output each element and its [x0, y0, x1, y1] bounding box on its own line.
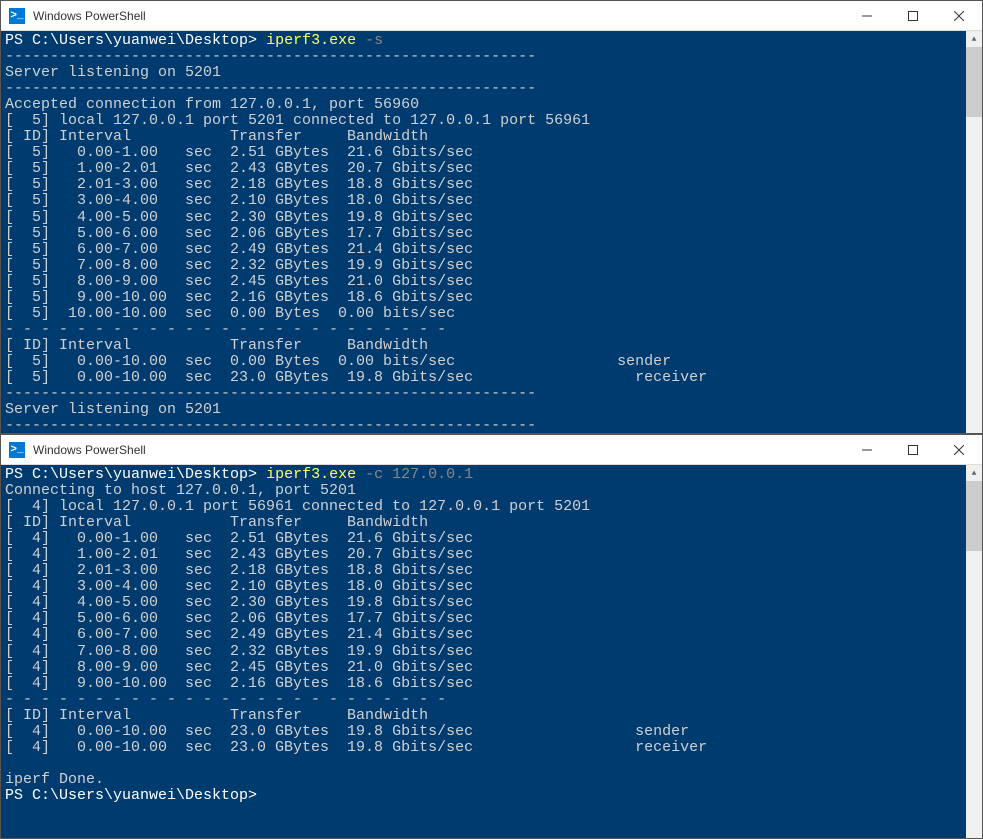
summary-row: [ 5] 0.00-10.00 sec 23.0 GBytes 19.8 Gbi… [5, 370, 978, 386]
connecting-line: Connecting to host 127.0.0.1, port 5201 [5, 483, 978, 499]
close-button[interactable] [936, 1, 982, 30]
table-row: [ 5] 3.00-4.00 sec 2.10 GBytes 18.0 Gbit… [5, 193, 978, 209]
local-line: [ 4] local 127.0.0.1 port 56961 connecte… [5, 499, 978, 515]
table-row: [ 4] 0.00-1.00 sec 2.51 GBytes 21.6 Gbit… [5, 531, 978, 547]
table-row: [ 4] 6.00-7.00 sec 2.49 GBytes 21.4 Gbit… [5, 627, 978, 643]
close-button[interactable] [936, 435, 982, 464]
table-row: [ 5] 2.01-3.00 sec 2.18 GBytes 18.8 Gbit… [5, 177, 978, 193]
titlebar[interactable]: >_ Windows PowerShell [1, 1, 982, 31]
summary-header: [ ID] Interval Transfer Bandwidth [5, 338, 978, 354]
command-args: -c 127.0.0.1 [365, 466, 473, 483]
minimize-button[interactable] [844, 1, 890, 30]
divider-line: ----------------------------------------… [5, 418, 978, 433]
local-line: [ 5] local 127.0.0.1 port 5201 connected… [5, 113, 978, 129]
divider-line: ----------------------------------------… [5, 49, 978, 65]
scroll-up-arrow[interactable]: ▲ [966, 465, 982, 481]
table-row: [ 4] 3.00-4.00 sec 2.10 GBytes 18.0 Gbit… [5, 579, 978, 595]
terminal-output[interactable]: PS C:\Users\yuanwei\Desktop> iperf3.exe … [1, 31, 982, 433]
done-line: iperf Done. [5, 772, 978, 788]
divider-line: ----------------------------------------… [5, 386, 978, 402]
table-row: [ 5] 4.00-5.00 sec 2.30 GBytes 19.8 Gbit… [5, 210, 978, 226]
scrollbar[interactable]: ▲ [966, 465, 982, 838]
table-row: [ 4] 1.00-2.01 sec 2.43 GBytes 20.7 Gbit… [5, 547, 978, 563]
window-controls [844, 435, 982, 464]
summary-row: [ 4] 0.00-10.00 sec 23.0 GBytes 19.8 Gbi… [5, 724, 978, 740]
window-title: Windows PowerShell [33, 443, 844, 457]
command: iperf3.exe [266, 32, 356, 49]
maximize-button[interactable] [890, 435, 936, 464]
table-row: [ 5] 8.00-9.00 sec 2.45 GBytes 21.0 Gbit… [5, 274, 978, 290]
prompt: PS C:\Users\yuanwei\Desktop> [5, 466, 257, 483]
prompt: PS C:\Users\yuanwei\Desktop> [5, 32, 257, 49]
prompt: PS C:\Users\yuanwei\Desktop> [5, 787, 257, 804]
divider-line: ----------------------------------------… [5, 81, 978, 97]
table-header: [ ID] Interval Transfer Bandwidth [5, 129, 978, 145]
powershell-window-client: >_ Windows PowerShell PS C:\Users\yuanwe… [0, 434, 983, 839]
table-row: [ 4] 4.00-5.00 sec 2.30 GBytes 19.8 Gbit… [5, 595, 978, 611]
powershell-icon: >_ [9, 8, 25, 24]
command-args: -s [365, 32, 383, 49]
maximize-button[interactable] [890, 1, 936, 30]
table-row: [ 4] 7.00-8.00 sec 2.32 GBytes 19.9 Gbit… [5, 644, 978, 660]
window-controls [844, 1, 982, 30]
accepted-line: Accepted connection from 127.0.0.1, port… [5, 97, 978, 113]
table-row: [ 5] 5.00-6.00 sec 2.06 GBytes 17.7 Gbit… [5, 226, 978, 242]
table-row: [ 5] 7.00-8.00 sec 2.32 GBytes 19.9 Gbit… [5, 258, 978, 274]
table-row: [ 5] 0.00-1.00 sec 2.51 GBytes 21.6 Gbit… [5, 145, 978, 161]
listening-line: Server listening on 5201 [5, 402, 978, 418]
divider-dashes: - - - - - - - - - - - - - - - - - - - - … [5, 692, 978, 708]
titlebar[interactable]: >_ Windows PowerShell [1, 435, 982, 465]
table-row: [ 5] 10.00-10.00 sec 0.00 Bytes 0.00 bit… [5, 306, 978, 322]
summary-row: [ 5] 0.00-10.00 sec 0.00 Bytes 0.00 bits… [5, 354, 978, 370]
table-header: [ ID] Interval Transfer Bandwidth [5, 515, 978, 531]
minimize-button[interactable] [844, 435, 890, 464]
table-row: [ 4] 5.00-6.00 sec 2.06 GBytes 17.7 Gbit… [5, 611, 978, 627]
listening-line: Server listening on 5201 [5, 65, 978, 81]
powershell-window-server: >_ Windows PowerShell PS C:\Users\yuanwe… [0, 0, 983, 434]
summary-header: [ ID] Interval Transfer Bandwidth [5, 708, 978, 724]
terminal-output[interactable]: PS C:\Users\yuanwei\Desktop> iperf3.exe … [1, 465, 982, 838]
table-row: [ 5] 9.00-10.00 sec 2.16 GBytes 18.6 Gbi… [5, 290, 978, 306]
scrollbar[interactable]: ▲ [966, 31, 982, 433]
scroll-up-arrow[interactable]: ▲ [966, 31, 982, 47]
table-row: [ 4] 9.00-10.00 sec 2.16 GBytes 18.6 Gbi… [5, 676, 978, 692]
table-row: [ 5] 6.00-7.00 sec 2.49 GBytes 21.4 Gbit… [5, 242, 978, 258]
table-row: [ 5] 1.00-2.01 sec 2.43 GBytes 20.7 Gbit… [5, 161, 978, 177]
powershell-icon: >_ [9, 442, 25, 458]
table-row: [ 4] 8.00-9.00 sec 2.45 GBytes 21.0 Gbit… [5, 660, 978, 676]
table-row: [ 4] 2.01-3.00 sec 2.18 GBytes 18.8 Gbit… [5, 563, 978, 579]
summary-row: [ 4] 0.00-10.00 sec 23.0 GBytes 19.8 Gbi… [5, 740, 978, 756]
window-title: Windows PowerShell [33, 9, 844, 23]
scrollbar-thumb[interactable] [966, 47, 982, 117]
divider-dashes: - - - - - - - - - - - - - - - - - - - - … [5, 322, 978, 338]
command: iperf3.exe [266, 466, 356, 483]
scrollbar-thumb[interactable] [966, 481, 982, 551]
